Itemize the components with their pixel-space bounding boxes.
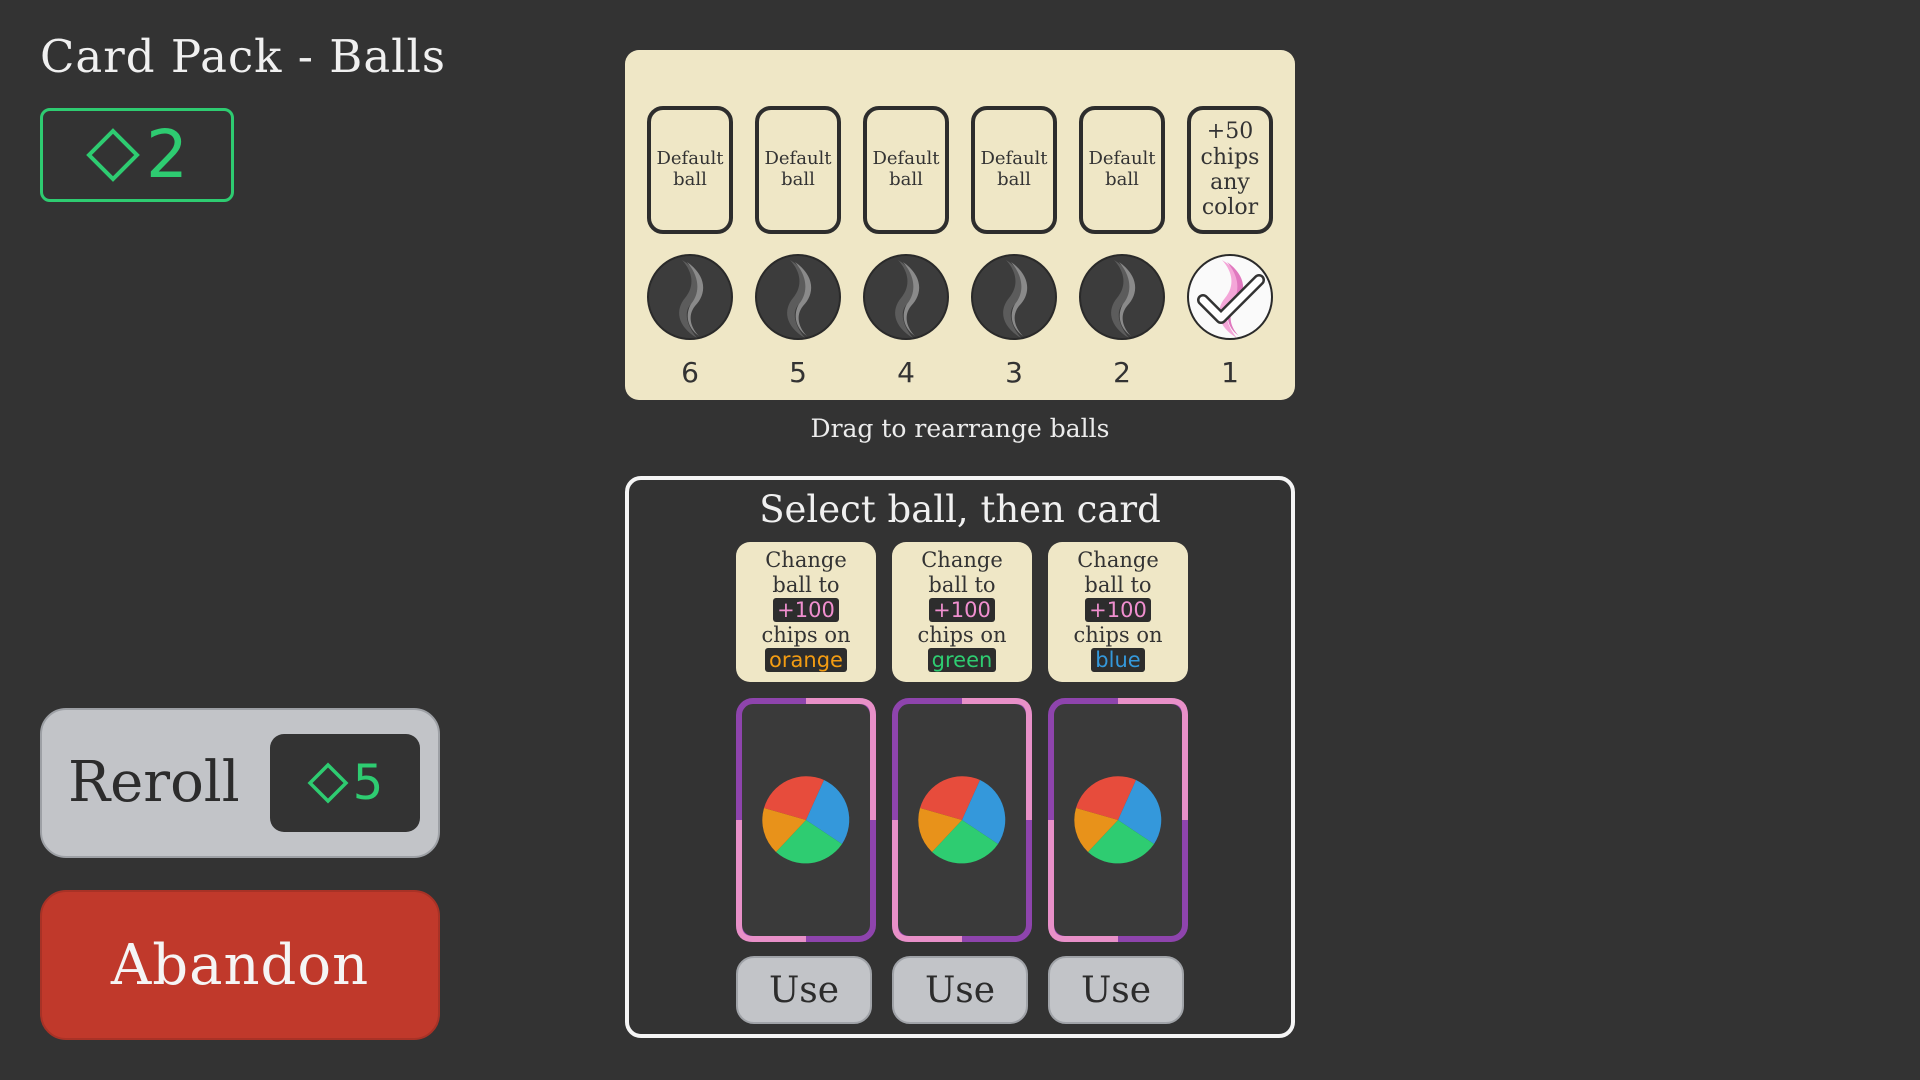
- multicolor-ball-icon: [918, 776, 1006, 864]
- ball-number: 1: [1221, 356, 1239, 389]
- chip-amount: +100: [773, 598, 839, 622]
- default-ball-icon[interactable]: [755, 254, 841, 340]
- ball-card: Default ball: [971, 106, 1057, 234]
- default-ball-icon[interactable]: [1079, 254, 1165, 340]
- ball-card[interactable]: [1048, 698, 1188, 942]
- reroll-cost: 5: [270, 734, 420, 832]
- ball-card: Default ball: [863, 106, 949, 234]
- use-button[interactable]: Use: [892, 956, 1028, 1024]
- card-selection-panel: Select ball, then card Change ball to +1…: [625, 476, 1295, 1038]
- use-button[interactable]: Use: [1048, 956, 1184, 1024]
- ball-card[interactable]: [892, 698, 1032, 942]
- ball-number: 5: [789, 356, 807, 389]
- selection-title: Select ball, then card: [759, 488, 1161, 531]
- ball-slot[interactable]: Default ball 3: [971, 106, 1057, 389]
- reroll-button[interactable]: Reroll 5: [40, 708, 440, 858]
- offer-description: Change ball to +100 chips on blue: [1048, 542, 1188, 682]
- ball-card: Default ball: [755, 106, 841, 234]
- chip-amount: +100: [929, 598, 995, 622]
- diamond-icon: [86, 128, 140, 182]
- card-offer: Change ball to +100 chips on orange Use: [736, 542, 876, 1024]
- ball-number: 6: [681, 356, 699, 389]
- color-word: orange: [765, 648, 847, 672]
- page-title: Card Pack - Balls: [40, 30, 447, 83]
- multicolor-ball-icon: [1074, 776, 1162, 864]
- multicolor-ball-icon: [762, 776, 850, 864]
- abandon-button[interactable]: Abandon: [40, 890, 440, 1040]
- chip-amount: +100: [1085, 598, 1151, 622]
- offer-description: Change ball to +100 chips on orange: [736, 542, 876, 682]
- diamond-icon: [307, 762, 349, 804]
- default-ball-icon[interactable]: [647, 254, 733, 340]
- offer-description: Change ball to +100 chips on green: [892, 542, 1032, 682]
- ball-card[interactable]: [736, 698, 876, 942]
- ball-slot[interactable]: Default ball 4: [863, 106, 949, 389]
- reroll-cost-value: 5: [352, 755, 384, 811]
- ball-card: Default ball: [1079, 106, 1165, 234]
- ball-slot-selected[interactable]: +50 chips any color 1: [1187, 106, 1273, 389]
- reroll-label: Reroll: [68, 750, 240, 815]
- color-word: green: [927, 648, 997, 672]
- ball-number: 3: [1005, 356, 1023, 389]
- ball-slot[interactable]: Default ball 6: [647, 106, 733, 389]
- color-word: blue: [1091, 648, 1145, 672]
- ball-card: +50 chips any color: [1187, 106, 1273, 234]
- card-offer: Change ball to +100 chips on blue Use: [1048, 542, 1188, 1024]
- default-ball-icon[interactable]: [971, 254, 1057, 340]
- ball-order-panel: Default ball 6 Default ball 5 Default ba…: [625, 50, 1295, 400]
- pink-ball-icon[interactable]: [1187, 254, 1273, 340]
- ball-slot[interactable]: Default ball 2: [1079, 106, 1165, 389]
- ball-number: 4: [897, 356, 915, 389]
- ball-card: Default ball: [647, 106, 733, 234]
- ball-slot[interactable]: Default ball 5: [755, 106, 841, 389]
- currency-display: 2: [40, 108, 234, 202]
- currency-value: 2: [146, 116, 188, 193]
- use-button[interactable]: Use: [736, 956, 872, 1024]
- default-ball-icon[interactable]: [863, 254, 949, 340]
- ball-number: 2: [1113, 356, 1131, 389]
- card-offer: Change ball to +100 chips on green Use: [892, 542, 1032, 1024]
- rearrange-hint: Drag to rearrange balls: [810, 414, 1110, 443]
